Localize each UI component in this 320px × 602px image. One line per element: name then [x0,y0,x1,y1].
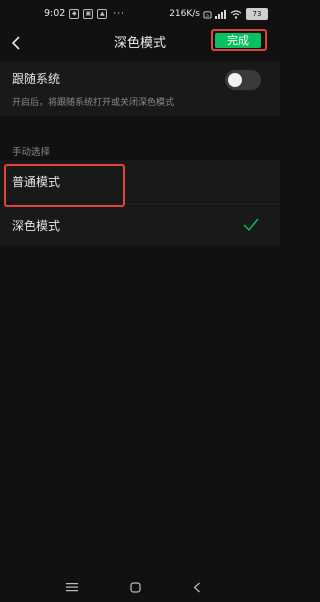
nav-home-button[interactable] [126,578,144,596]
follow-system-row: 跟随系统 开启后，将跟随系统打开或关闭深色模式 [0,62,280,116]
header: 深色模式 完成 [0,28,280,60]
option-dark-label: 深色模式 [12,219,61,233]
wifi-icon [230,9,242,19]
toggle-knob [228,73,242,87]
image-notification-icon: ▲ [97,8,108,19]
system-nav-bar [0,572,280,602]
status-right: 216K/s a 73 [169,8,268,20]
alarm-icon: a [203,10,212,18]
notification-icon: ◆ [69,8,80,19]
option-dark-mode[interactable]: 深色模式 [0,204,280,246]
status-left: 9:02 ◆ ▣ ▲ ··· [44,8,125,19]
network-speed: 216K/s [169,9,200,19]
status-bar: 9:02 ◆ ▣ ▲ ··· 216K/s a 73 [0,0,280,28]
check-icon [243,218,259,232]
status-time: 9:02 [44,8,66,19]
svg-text:a: a [206,13,209,18]
back-triangle-icon [193,582,200,592]
menu-icon [66,583,78,592]
normal-mode-highlight-box [4,164,125,207]
more-notifications-icon: ··· [113,8,125,19]
home-icon [129,581,141,593]
done-button[interactable]: 完成 [215,33,261,48]
nav-menu-button[interactable] [63,578,81,596]
battery-icon: 73 [246,8,268,20]
app-notification-icon: ▣ [83,8,94,19]
follow-system-description: 开启后，将跟随系统打开或关闭深色模式 [12,98,175,108]
nav-back-button[interactable] [188,578,206,596]
follow-system-toggle[interactable] [225,70,261,90]
follow-system-title: 跟随系统 [12,72,61,86]
manual-section-label: 手动选择 [12,147,51,158]
signal-icon [215,9,226,19]
